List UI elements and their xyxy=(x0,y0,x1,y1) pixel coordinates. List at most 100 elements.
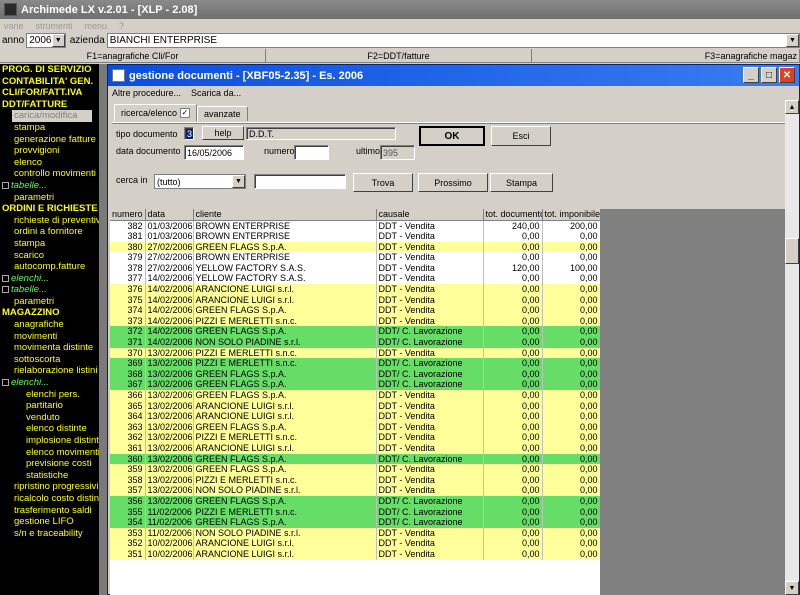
sidebar-item[interactable]: carica/modifica xyxy=(12,110,92,122)
tree-expand-icon[interactable] xyxy=(2,379,9,387)
sidebar-splitter[interactable] xyxy=(99,64,107,595)
azienda-select[interactable]: BIANCHI ENTERPRISE ▼ xyxy=(106,33,800,48)
sidebar-item[interactable]: movimenta distinte xyxy=(0,342,99,354)
tab-avanzate[interactable]: avanzate xyxy=(197,106,248,121)
help-button[interactable]: help xyxy=(202,126,244,140)
tree-expand-icon[interactable] xyxy=(2,274,9,282)
checkbox[interactable]: ✓ xyxy=(180,108,191,118)
sidebar-item[interactable]: tabelle... xyxy=(0,284,99,296)
sidebar-item[interactable]: elenco distinte xyxy=(0,423,99,435)
table-row[interactable]: 365 13/02/2006 ARANCIONE LUIGI s.r.l. DDT -… xyxy=(110,400,600,412)
numero-input[interactable] xyxy=(294,145,329,160)
sidebar-item[interactable]: partitario xyxy=(0,400,99,412)
sidebar-item[interactable]: elenco xyxy=(0,157,99,169)
sidebar-item[interactable]: richieste di preventivo xyxy=(0,215,99,227)
tipo-documento-input[interactable]: 3 xyxy=(184,127,194,140)
sidebar-item[interactable]: ricalcolo costo distinte xyxy=(0,493,99,505)
sidebar-item[interactable]: tabelle... xyxy=(0,180,99,192)
table-row[interactable]: 356 13/02/2006 GREEN FLAGS S.p.A. DDT/ C. L… xyxy=(110,495,600,507)
sidebar-item[interactable]: autocomp.fatture xyxy=(0,261,99,273)
scroll-down-icon[interactable]: ▼ xyxy=(785,581,799,595)
sidebar-item[interactable]: ordini a fornitore xyxy=(0,226,99,238)
sidebar-item[interactable]: gestione LIFO xyxy=(0,516,99,528)
sidebar-item[interactable]: provvigioni xyxy=(0,145,99,157)
data-documento-input[interactable]: 16/05/2006 xyxy=(184,145,244,160)
fkey-f3[interactable]: F3=anagrafiche magaz xyxy=(532,49,800,62)
table-row[interactable]: 367 13/02/2006 GREEN FLAGS S.p.A. DDT/ C. L… xyxy=(110,379,600,390)
table-row[interactable]: 361 13/02/2006 ARANCIONE LUIGI s.r.l. DDT -… xyxy=(110,442,600,454)
search-input[interactable] xyxy=(254,174,346,189)
table-row[interactable]: 379 27/02/2006 BROWN ENTERPRISE DDT - Vendi… xyxy=(110,252,600,263)
sidebar-item[interactable]: controllo movimenti xyxy=(0,168,99,180)
sidebar-item[interactable]: rielaborazione listini xyxy=(0,365,99,377)
trova-button[interactable]: Trova xyxy=(353,173,413,192)
col-numero[interactable]: numero xyxy=(110,209,146,221)
table-row[interactable]: 364 13/02/2006 ARANCIONE LUIGI s.r.l. DDT -… xyxy=(110,411,600,422)
sidebar-item[interactable]: generazione fatture xyxy=(0,134,99,146)
sidebar-item[interactable]: scarico xyxy=(0,250,99,262)
tree-expand-icon[interactable] xyxy=(2,286,9,294)
sidebar-item[interactable]: stampa xyxy=(0,238,99,250)
chevron-down-icon[interactable]: ▼ xyxy=(51,34,65,47)
table-row[interactable]: 352 10/02/2006 ARANCIONE LUIGI s.r.l. DDT -… xyxy=(110,538,600,549)
table-row[interactable]: 353 11/02/2006 NON SOLO PIADINE s.r.l. DDT … xyxy=(110,527,600,539)
table-row[interactable]: 370 13/02/2006 PIZZI E MERLETTI s.n.c. DDT … xyxy=(110,347,600,359)
menu-scarica-da[interactable]: Scarica da... xyxy=(191,88,241,98)
maximize-icon[interactable]: □ xyxy=(761,67,777,83)
sidebar-item[interactable]: elenchi pers. xyxy=(0,389,99,401)
table-row[interactable]: 375 14/02/2006 ARANCIONE LUIGI s.r.l. DDT -… xyxy=(110,294,600,306)
window-scrollbar[interactable]: ▲ ▼ xyxy=(785,100,799,595)
scroll-thumb[interactable] xyxy=(785,238,799,264)
cerca-in-select[interactable]: (tutto) ▼ xyxy=(154,174,246,189)
table-row[interactable]: 362 13/02/2006 PIZZI E MERLETTI s.n.c. DDT … xyxy=(110,432,600,443)
table-row[interactable]: 363 13/02/2006 GREEN FLAGS S.p.A. DDT - Ven… xyxy=(110,421,600,433)
sidebar-item[interactable]: sottoscorta xyxy=(0,354,99,366)
col-data[interactable]: data xyxy=(145,209,194,221)
fkey-f1[interactable]: F1=anagrafiche Cli/For xyxy=(0,49,266,62)
anno-select[interactable]: 2006 ▼ xyxy=(26,33,66,48)
table-row[interactable]: 374 14/02/2006 GREEN FLAGS S.p.A. DDT - Ven… xyxy=(110,305,600,316)
table-row[interactable]: 377 14/02/2006 YELLOW FACTORY S.A.S. DDT - … xyxy=(110,273,600,285)
table-row[interactable]: 357 13/02/2006 NON SOLO PIADINE s.r.l. DDT … xyxy=(110,485,600,496)
sidebar-item[interactable]: parametri xyxy=(0,192,99,204)
table-row[interactable]: 358 13/02/2006 PIZZI E MERLETTI s.n.c. DDT … xyxy=(110,474,600,486)
sidebar-item[interactable]: elenco movimenti xyxy=(0,447,99,459)
sidebar-item[interactable]: previsione costi xyxy=(0,458,99,470)
col-tot-documento[interactable]: tot. documento xyxy=(483,209,543,221)
col-tot-imponibile[interactable]: tot. imponibile xyxy=(542,209,600,221)
sidebar-item[interactable]: movimenti xyxy=(0,331,99,343)
tab-ricerca-elenco[interactable]: ricerca/elenco ✓ xyxy=(114,104,198,121)
menu-menu[interactable]: menu xyxy=(85,21,108,31)
table-row[interactable]: 382 01/03/2006 BROWN ENTERPRISE DDT - Vendi… xyxy=(110,220,600,232)
sidebar-item[interactable]: anagrafiche xyxy=(0,319,99,331)
menu-varie[interactable]: varie xyxy=(4,21,24,31)
col-causale[interactable]: causale xyxy=(376,209,484,221)
sidebar-item[interactable]: trasferimento saldi xyxy=(0,505,99,517)
menu-strumenti[interactable]: strumenti xyxy=(36,21,73,31)
table-row[interactable]: 360 13/02/2006 GREEN FLAGS S.p.A. DDT/ C. L… xyxy=(110,453,600,465)
sidebar-item[interactable]: implosione distinte xyxy=(0,435,99,447)
table-row[interactable]: 369 13/02/2006 PIZZI E MERLETTI s.n.c. DDT/… xyxy=(110,358,600,369)
fkey-f2[interactable]: F2=DDT/fatture xyxy=(266,49,532,62)
sidebar-item[interactable]: elenchi... xyxy=(0,377,99,389)
sidebar-item[interactable]: statistiche xyxy=(0,470,99,482)
sidebar-item[interactable]: ripristino progressivi xyxy=(0,481,99,493)
table-row[interactable]: 376 14/02/2006 ARANCIONE LUIGI s.r.l. DDT -… xyxy=(110,284,600,295)
prossimo-button[interactable]: Prossimo xyxy=(418,173,488,192)
table-row[interactable]: 372 14/02/2006 GREEN FLAGS S.p.A. DDT/ C. L… xyxy=(110,326,600,338)
table-row[interactable]: 381 01/03/2006 BROWN ENTERPRISE DDT - Vendi… xyxy=(110,231,600,242)
col-cliente[interactable]: cliente xyxy=(193,209,377,221)
sidebar-item[interactable]: elenchi... xyxy=(0,273,99,285)
sidebar-item[interactable]: s/n e traceability xyxy=(0,528,99,540)
table-row[interactable]: 371 14/02/2006 NON SOLO PIADINE s.r.l. DDT/… xyxy=(110,337,600,348)
chevron-down-icon[interactable]: ▼ xyxy=(232,175,245,188)
table-row[interactable]: 351 10/02/2006 ARANCIONE LUIGI s.r.l. DDT -… xyxy=(110,548,600,560)
minimize-icon[interactable]: _ xyxy=(743,67,759,83)
table-row[interactable]: 373 14/02/2006 PIZZI E MERLETTI s.n.c. DDT … xyxy=(110,315,600,327)
tree-expand-icon[interactable] xyxy=(2,181,9,189)
esci-button[interactable]: Esci xyxy=(491,126,551,146)
table-row[interactable]: 380 27/02/2006 GREEN FLAGS S.p.A. DDT - Ven… xyxy=(110,241,600,253)
ok-button[interactable]: OK xyxy=(419,126,485,146)
menu-altre-procedure[interactable]: Altre procedure... xyxy=(112,88,181,98)
table-row[interactable]: 355 11/02/2006 PIZZI E MERLETTI s.n.c. DDT/… xyxy=(110,506,600,518)
